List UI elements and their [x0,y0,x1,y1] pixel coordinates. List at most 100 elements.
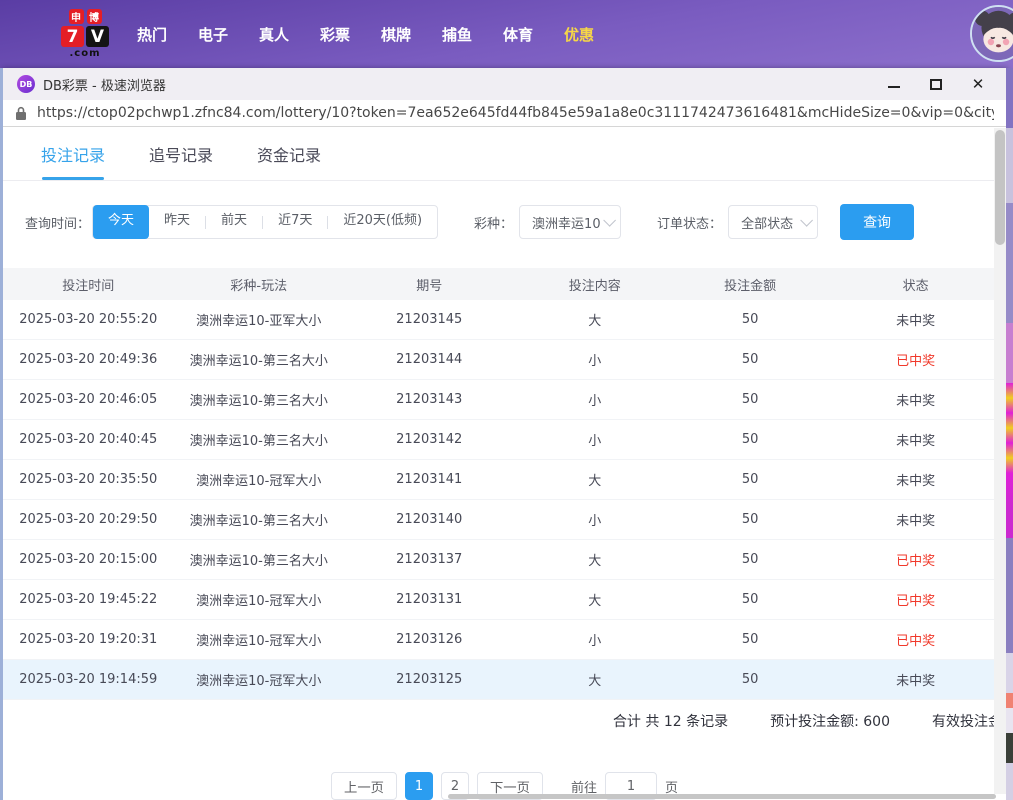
site-logo[interactable]: 申 博 7 V .com [52,9,118,59]
cell-issue: 21203144 [344,352,515,367]
logo-7: 7 [61,26,84,47]
order-status-select[interactable]: 全部状态 [728,205,818,239]
column-header-3: 期号 [344,275,515,294]
cell-game: 澳洲幸运10-第三名大小 [174,430,345,449]
nav-item-3[interactable]: 真人 [258,24,290,45]
cell-content: 小 [515,630,675,649]
nav-item-4[interactable]: 彩票 [319,24,351,45]
cell-amount: 50 [675,392,825,407]
cell-game: 澳洲幸运10-第三名大小 [174,390,345,409]
table-row[interactable]: 2025-03-20 20:46:05澳洲幸运10-第三名大小21203143小… [3,380,1006,420]
cell-amount: 50 [675,672,825,687]
lock-icon [15,106,27,121]
vertical-scrollbar-thumb[interactable] [995,130,1005,245]
cell-game: 澳洲幸运10-第三名大小 [174,550,345,569]
status-filter-label: 订单状态： [657,213,722,232]
minimize-button[interactable] [886,76,902,92]
cell-amount: 50 [675,312,825,327]
time-option-1[interactable]: 今天 [93,205,149,239]
nav-item-2[interactable]: 电子 [197,24,229,45]
search-button[interactable]: 查询 [840,204,914,240]
window-title: DB彩票 - 极速浏览器 [43,75,166,94]
cell-time: 2025-03-20 20:55:20 [3,312,174,327]
cell-amount: 50 [675,632,825,647]
logo-chip-bo: 博 [87,9,102,24]
lottery-select[interactable]: 澳洲幸运10 [519,205,621,239]
prev-page-button[interactable]: 上一页 [331,772,397,800]
cell-content: 大 [515,470,675,489]
cell-issue: 21203143 [344,392,515,407]
site-header: 申 博 7 V .com 热门 电子 真人 彩票 棋牌 捕鱼 体育 优惠 [0,0,1013,68]
browser-titlebar[interactable]: DB DB彩票 - 极速浏览器 ✕ [3,68,1006,100]
chevron-down-icon [603,214,616,227]
table-row[interactable]: 2025-03-20 20:29:50澳洲幸运10-第三名大小21203140小… [3,500,1006,540]
tab-1[interactable]: 投注记录 [41,127,105,180]
cell-status: 未中奖 [825,390,1006,409]
cell-game: 澳洲幸运10-亚军大小 [174,310,345,329]
cell-amount: 50 [675,472,825,487]
table-row[interactable]: 2025-03-20 19:20:31澳洲幸运10-冠军大小21203126小5… [3,620,1006,660]
cell-issue: 21203142 [344,432,515,447]
window-controls: ✕ [886,76,992,92]
summary-valid-amount: 有效投注金 [932,711,1002,731]
table-row[interactable]: 2025-03-20 20:15:00澳洲幸运10-第三名大小21203137大… [3,540,1006,580]
column-header-4: 投注内容 [515,275,675,294]
cell-content: 大 [515,590,675,609]
cell-amount: 50 [675,352,825,367]
horizontal-scrollbar-thumb[interactable] [448,794,996,799]
cell-status: 未中奖 [825,510,1006,529]
table-row[interactable]: 2025-03-20 20:35:50澳洲幸运10-冠军大小21203141大5… [3,460,1006,500]
cell-content: 大 [515,310,675,329]
cell-issue: 21203137 [344,552,515,567]
record-tabs: 投注记录追号记录资金记录 [3,127,1006,181]
order-status-value: 全部状态 [741,213,793,232]
cell-game: 澳洲幸运10-第三名大小 [174,510,345,529]
vertical-scrollbar[interactable] [994,128,1006,794]
column-header-5: 投注金额 [675,275,825,294]
nav-item-8[interactable]: 优惠 [563,24,595,45]
time-option-2[interactable]: 昨天 [149,205,205,239]
summary-bar: 合计 共 12 条记录 预计投注金额: 600 有效投注金 [3,700,1006,742]
table-row[interactable]: 2025-03-20 20:40:45澳洲幸运10-第三名大小21203142小… [3,420,1006,460]
nav-item-5[interactable]: 棋牌 [380,24,412,45]
main-nav: 热门 电子 真人 彩票 棋牌 捕鱼 体育 优惠 [136,24,595,45]
cell-status: 未中奖 [825,470,1006,489]
cell-status: 未中奖 [825,670,1006,689]
tab-3[interactable]: 资金记录 [257,127,321,180]
filter-bar: 查询时间： 今天昨天前天近7天近20天(低频) 彩种： 澳洲幸运10 订单状态：… [25,205,1006,239]
background-page-sliver [1006,68,1013,800]
nav-item-1[interactable]: 热门 [136,24,168,45]
time-option-3[interactable]: 前天 [206,205,262,239]
page-button-1[interactable]: 1 [405,772,433,800]
close-button[interactable]: ✕ [970,76,986,92]
maximize-button[interactable] [928,76,944,92]
close-icon: ✕ [972,77,985,92]
avatar-illustration [972,7,1013,60]
cell-amount: 50 [675,512,825,527]
cell-status: 未中奖 [825,430,1006,449]
table-header-row: 投注时间彩种-玩法期号投注内容投注金额状态 [3,268,1006,300]
cell-status: 已中奖 [825,550,1006,569]
time-filter-label: 查询时间： [25,213,90,232]
address-bar[interactable]: https://ctop02pchwp1.zfnc84.com/lottery/… [3,100,1006,127]
cell-time: 2025-03-20 19:20:31 [3,632,174,647]
cell-issue: 21203126 [344,632,515,647]
cell-content: 小 [515,390,675,409]
table-row[interactable]: 2025-03-20 20:55:20澳洲幸运10-亚军大小21203145大5… [3,300,1006,340]
user-avatar[interactable] [970,5,1013,62]
table-row[interactable]: 2025-03-20 20:49:36澳洲幸运10-第三名大小21203144小… [3,340,1006,380]
table-row[interactable]: 2025-03-20 19:45:22澳洲幸运10-冠军大小21203131大5… [3,580,1006,620]
cell-issue: 21203131 [344,592,515,607]
cell-time: 2025-03-20 20:29:50 [3,512,174,527]
tab-2[interactable]: 追号记录 [149,127,213,180]
time-filter-group: 今天昨天前天近7天近20天(低频) [92,205,438,239]
time-option-4[interactable]: 近7天 [263,205,327,239]
page-unit-label: 页 [665,777,678,796]
nav-item-6[interactable]: 捕鱼 [441,24,473,45]
logo-v: V [86,26,109,47]
time-option-5[interactable]: 近20天(低频) [328,205,437,239]
cell-content: 小 [515,510,675,529]
nav-item-7[interactable]: 体育 [502,24,534,45]
cell-content: 大 [515,670,675,689]
table-row[interactable]: 2025-03-20 19:14:59澳洲幸运10-冠军大小21203125大5… [3,660,1006,700]
